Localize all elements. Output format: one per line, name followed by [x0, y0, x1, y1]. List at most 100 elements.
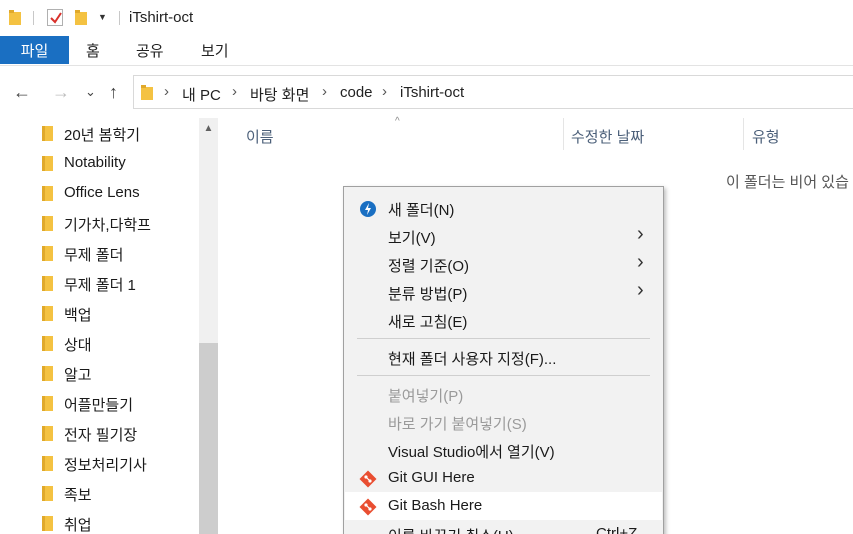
- folder-icon: [42, 186, 53, 201]
- folder-icon: [141, 85, 153, 100]
- toolbar-separator: [33, 11, 34, 25]
- properties-check-icon[interactable]: [47, 9, 63, 26]
- menu-separator: [357, 375, 650, 376]
- sidebar-item-label: 백업: [64, 307, 92, 324]
- sidebar-item[interactable]: Office Lens: [0, 178, 198, 208]
- menu-item-sort-by[interactable]: 정렬 기준(O) ›: [345, 250, 662, 278]
- git-icon: [359, 470, 377, 488]
- forward-button[interactable]: →: [52, 82, 70, 103]
- sidebar-item-label: 전자 필기장: [64, 427, 138, 444]
- menu-item-view[interactable]: 보기(V) ›: [345, 222, 662, 250]
- up-button[interactable]: ↑: [109, 82, 118, 103]
- recent-locations-button[interactable]: ⌄: [85, 84, 96, 100]
- sidebar-item[interactable]: 정보처리기사: [0, 448, 198, 478]
- breadcrumb-current[interactable]: iTshirt-oct: [400, 84, 464, 101]
- folder-icon: [42, 426, 53, 441]
- menu-item-group-by[interactable]: 분류 방법(P) ›: [345, 278, 662, 306]
- menu-item-open-in-visual-studio[interactable]: Visual Studio에서 열기(V): [345, 436, 662, 464]
- menu-item-undo-rename[interactable]: 이름 바꾸기 취소(U) Ctrl+Z: [345, 520, 662, 534]
- sidebar-scrollbar-thumb[interactable]: [199, 343, 218, 534]
- sidebar-item-label: Notability: [64, 154, 126, 171]
- sidebar-item[interactable]: 20년 봄학기: [0, 118, 198, 148]
- menu-item-paste-shortcut[interactable]: 바로 가기 붙여넣기(S): [345, 408, 662, 436]
- menu-shortcut: Ctrl+Z: [596, 525, 638, 534]
- toolbar-separator: [119, 11, 120, 25]
- sidebar-item[interactable]: 무제 폴더: [0, 238, 198, 268]
- column-header-type[interactable]: 유형: [752, 126, 780, 147]
- folder-icon: [42, 156, 53, 171]
- folder-icon: [42, 276, 53, 291]
- column-divider[interactable]: [743, 118, 744, 150]
- breadcrumb-separator[interactable]: ›: [382, 83, 387, 100]
- breadcrumb-separator[interactable]: ›: [232, 83, 237, 100]
- sidebar-item-label: 알고: [64, 367, 92, 384]
- folder-icon: [42, 126, 53, 141]
- sidebar-item-label: 족보: [64, 487, 92, 504]
- sidebar-item-label: 무제 폴더: [64, 247, 124, 264]
- folder-icon: [42, 456, 53, 471]
- menu-item-new-folder[interactable]: 새 폴더(N): [345, 194, 662, 222]
- sidebar-item[interactable]: 어플만들기: [0, 388, 198, 418]
- sidebar-item[interactable]: 전자 필기장: [0, 418, 198, 448]
- menu-item-customize-folder[interactable]: 현재 폴더 사용자 지정(F)...: [345, 343, 662, 371]
- sidebar-item[interactable]: 무제 폴더 1: [0, 268, 198, 298]
- sidebar-item-label: 20년 봄학기: [64, 127, 141, 144]
- title-bar: ▼ iTshirt-oct: [0, 0, 853, 36]
- quick-access-dropdown-icon[interactable]: ▼: [98, 12, 107, 22]
- scroll-up-icon[interactable]: ▲: [199, 118, 218, 138]
- breadcrumb-code[interactable]: code: [340, 84, 373, 101]
- menu-item-git-gui[interactable]: Git GUI Here: [345, 464, 662, 492]
- folder-icon: [42, 246, 53, 261]
- git-icon: [359, 498, 377, 516]
- folder-icon: [42, 216, 53, 231]
- breadcrumb-separator[interactable]: ›: [322, 83, 327, 100]
- menu-item-refresh[interactable]: 새로 고침(E): [345, 306, 662, 334]
- tab-file[interactable]: 파일: [0, 36, 69, 64]
- window-title: iTshirt-oct: [129, 9, 194, 26]
- sidebar-item[interactable]: 상대: [0, 328, 198, 358]
- new-folder-icon: [360, 201, 376, 217]
- sidebar-item-label: Office Lens: [64, 184, 140, 201]
- sidebar-item[interactable]: 백업: [0, 298, 198, 328]
- ribbon-tabs: 파일 홈 공유 보기: [0, 36, 853, 66]
- submenu-arrow-icon: ›: [637, 279, 644, 301]
- sidebar-item-label: 상대: [64, 337, 92, 354]
- breadcrumb-this-pc[interactable]: 내 PC: [182, 84, 221, 105]
- menu-separator: [357, 338, 650, 339]
- folder-icon: [42, 336, 53, 351]
- breadcrumb-separator[interactable]: ›: [164, 83, 169, 100]
- sidebar-item[interactable]: 기가차,다학프: [0, 208, 198, 238]
- breadcrumb-desktop[interactable]: 바탕 화면: [250, 84, 309, 105]
- menu-item-paste[interactable]: 붙여넣기(P): [345, 380, 662, 408]
- folder-icon: [42, 396, 53, 411]
- folder-icon: [42, 306, 53, 321]
- address-bar[interactable]: › 내 PC › 바탕 화면 › code › iTshirt-oct: [133, 75, 853, 109]
- context-menu: 새 폴더(N) 보기(V) › 정렬 기준(O) › 분류 방법(P) › 새로…: [343, 186, 664, 534]
- sidebar-item-label: 기가차,다학프: [64, 217, 151, 234]
- folder-icon: [42, 366, 53, 381]
- sidebar-item[interactable]: 족보: [0, 478, 198, 508]
- sidebar-item[interactable]: 취업: [0, 508, 198, 534]
- menu-item-git-bash[interactable]: Git Bash Here: [345, 492, 662, 520]
- column-header-date-modified[interactable]: 수정한 날짜: [571, 126, 644, 147]
- sidebar-item-label: 무제 폴더 1: [64, 277, 136, 294]
- folder-icon: [42, 486, 53, 501]
- column-divider[interactable]: [563, 118, 564, 150]
- tab-share[interactable]: 공유: [136, 36, 164, 64]
- tab-view[interactable]: 보기: [201, 36, 229, 64]
- empty-folder-message: 이 폴더는 비어 있습: [726, 174, 849, 191]
- submenu-arrow-icon: ›: [637, 251, 644, 273]
- sidebar-item-label: 정보처리기사: [64, 457, 147, 474]
- sidebar-item-label: 취업: [64, 517, 92, 534]
- sidebar-item[interactable]: Notability: [0, 148, 198, 178]
- navigation-pane: 20년 봄학기 Notability Office Lens 기가차,다학프 무…: [0, 118, 218, 534]
- new-folder-quick-icon[interactable]: [75, 10, 87, 25]
- submenu-arrow-icon: ›: [637, 223, 644, 245]
- sidebar-item-label: 어플만들기: [64, 397, 134, 414]
- folder-icon[interactable]: [9, 10, 21, 25]
- sidebar-item[interactable]: 알고: [0, 358, 198, 388]
- column-header-name[interactable]: 이름: [246, 126, 274, 147]
- tab-home[interactable]: 홈: [86, 36, 100, 64]
- back-button[interactable]: ←: [13, 82, 31, 103]
- sort-ascending-icon: ^: [395, 116, 400, 127]
